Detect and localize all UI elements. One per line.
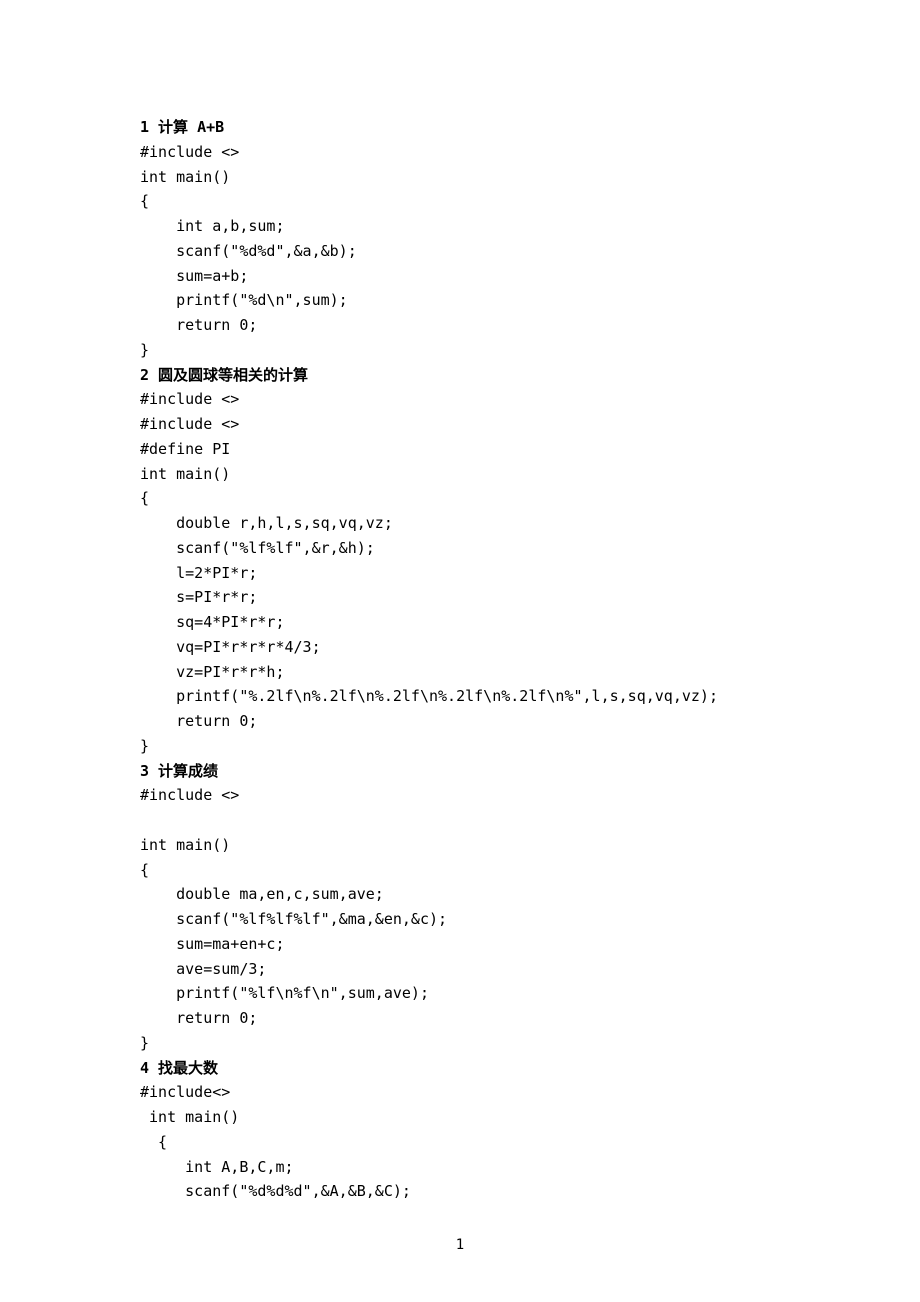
code-line: vq=PI*r*r*r*4/3; xyxy=(140,635,780,660)
code-line: #include <> xyxy=(140,412,780,437)
code-line: } xyxy=(140,1031,780,1056)
code-line: return 0; xyxy=(140,709,780,734)
section-heading: 3 计算成绩 xyxy=(140,759,780,784)
code-line: #include<> xyxy=(140,1080,780,1105)
code-line: double r,h,l,s,sq,vq,vz; xyxy=(140,511,780,536)
code-line: { xyxy=(140,189,780,214)
code-line: #include <> xyxy=(140,140,780,165)
code-line: sum=ma+en+c; xyxy=(140,932,780,957)
page-content: 1 计算 A+B#include <>int main(){ int a,b,s… xyxy=(140,115,780,1204)
code-line: vz=PI*r*r*h; xyxy=(140,660,780,685)
code-line: scanf("%d%d",&a,&b); xyxy=(140,239,780,264)
code-line: { xyxy=(140,486,780,511)
code-line: } xyxy=(140,338,780,363)
section-heading: 1 计算 A+B xyxy=(140,115,780,140)
document-page: 1 计算 A+B#include <>int main(){ int a,b,s… xyxy=(0,0,920,1302)
code-line: printf("%lf\n%f\n",sum,ave); xyxy=(140,981,780,1006)
code-line: ave=sum/3; xyxy=(140,957,780,982)
code-line: int main() xyxy=(140,833,780,858)
code-line: #include <> xyxy=(140,387,780,412)
code-line: scanf("%lf%lf",&r,&h); xyxy=(140,536,780,561)
code-line: int a,b,sum; xyxy=(140,214,780,239)
page-number: 1 xyxy=(0,1234,920,1257)
code-line: #define PI xyxy=(140,437,780,462)
code-line: int main() xyxy=(140,165,780,190)
code-line: int main() xyxy=(140,462,780,487)
section-heading: 4 找最大数 xyxy=(140,1056,780,1081)
code-line: scanf("%lf%lf%lf",&ma,&en,&c); xyxy=(140,907,780,932)
code-line: { xyxy=(140,1130,780,1155)
code-line: int A,B,C,m; xyxy=(140,1155,780,1180)
code-line: sq=4*PI*r*r; xyxy=(140,610,780,635)
code-line: return 0; xyxy=(140,313,780,338)
code-line: s=PI*r*r; xyxy=(140,585,780,610)
code-line: scanf("%d%d%d",&A,&B,&C); xyxy=(140,1179,780,1204)
code-line: int main() xyxy=(140,1105,780,1130)
code-line xyxy=(140,808,780,833)
code-line: l=2*PI*r; xyxy=(140,561,780,586)
code-line: { xyxy=(140,858,780,883)
code-line: } xyxy=(140,734,780,759)
code-line: printf("%d\n",sum); xyxy=(140,288,780,313)
code-line: #include <> xyxy=(140,783,780,808)
section-heading: 2 圆及圆球等相关的计算 xyxy=(140,363,780,388)
code-line: return 0; xyxy=(140,1006,780,1031)
code-line: printf("%.2lf\n%.2lf\n%.2lf\n%.2lf\n%.2l… xyxy=(140,684,780,709)
code-line: sum=a+b; xyxy=(140,264,780,289)
code-line: double ma,en,c,sum,ave; xyxy=(140,882,780,907)
